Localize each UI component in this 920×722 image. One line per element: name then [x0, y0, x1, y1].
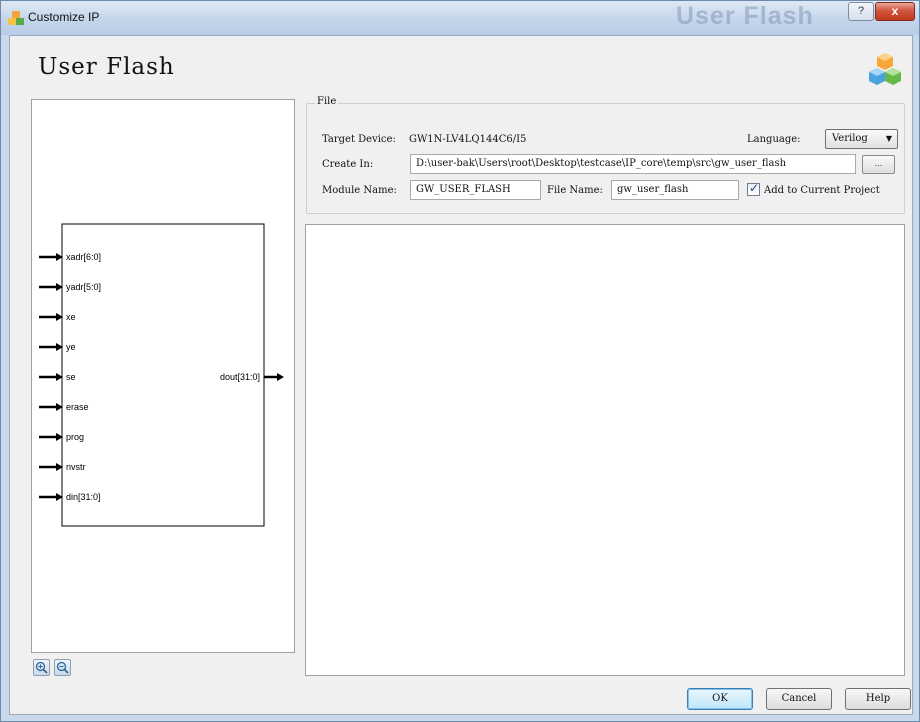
port-label: ye	[66, 342, 76, 352]
file-group-legend: File	[315, 96, 339, 107]
schematic-diagram: xadr[6:0] yadr[5:0] xe ye se erase prog …	[39, 223, 284, 527]
title-bar[interactable]: Customize IP User Flash ? x	[1, 1, 919, 35]
language-value: Verilog	[832, 133, 868, 144]
create-in-label: Create In:	[322, 159, 374, 170]
window-title: Customize IP	[28, 10, 100, 24]
port-xe: xe	[39, 312, 76, 322]
port-dout: dout[31:0]	[220, 372, 284, 382]
options-pane	[305, 224, 905, 676]
ok-button[interactable]: OK	[687, 688, 753, 710]
file-name-label: File Name:	[547, 185, 603, 196]
checkmark-icon: ✓	[749, 181, 760, 195]
add-to-project-checkbox[interactable]: ✓	[747, 181, 760, 196]
customize-ip-window: Customize IP User Flash ? x User Flash x…	[0, 0, 920, 722]
dialog-client: User Flash xadr[6:0] yadr[5:0] xe ye se …	[9, 35, 913, 715]
module-name-label: Module Name:	[322, 185, 397, 196]
zoom-out-button[interactable]	[54, 659, 71, 676]
file-group: File Target Device: GW1N-LV4LQ144C6/I5 L…	[306, 96, 905, 214]
window-watermark: User Flash	[676, 2, 814, 30]
port-label: xadr[6:0]	[66, 252, 101, 262]
port-label: prog	[66, 432, 84, 442]
app-icon	[8, 11, 24, 25]
zoom-out-icon	[56, 661, 69, 674]
create-in-field[interactable]: D:\user-bak\Users\root\Desktop\testcase\…	[410, 154, 856, 174]
language-label: Language:	[747, 134, 801, 145]
port-yadr: yadr[5:0]	[39, 282, 101, 292]
port-din: din[31:0]	[39, 492, 101, 502]
port-se: se	[39, 372, 76, 382]
target-device-label: Target Device:	[322, 134, 396, 145]
zoom-in-button[interactable]	[33, 659, 50, 676]
add-to-project-label[interactable]: Add to Current Project	[764, 185, 880, 196]
port-label: erase	[66, 402, 89, 412]
cancel-button[interactable]: Cancel	[766, 688, 832, 710]
port-label: se	[66, 372, 76, 382]
page-title: User Flash	[38, 54, 175, 80]
close-button[interactable]: x	[875, 2, 915, 21]
port-label: xe	[66, 312, 76, 322]
help-button[interactable]: Help	[845, 688, 911, 710]
language-select[interactable]: Verilog ▼	[825, 129, 898, 149]
help-title-button[interactable]: ?	[848, 2, 874, 21]
port-label: yadr[5:0]	[66, 282, 101, 292]
port-xadr: xadr[6:0]	[39, 252, 101, 262]
port-label: din[31:0]	[66, 492, 101, 502]
port-label: dout[31:0]	[220, 372, 260, 382]
zoom-in-icon	[35, 661, 48, 674]
module-name-field[interactable]: GW_USER_FLASH	[410, 180, 541, 200]
target-device-value: GW1N-LV4LQ144C6/I5	[409, 134, 527, 145]
port-ye: ye	[39, 342, 76, 352]
schematic-view[interactable]: xadr[6:0] yadr[5:0] xe ye se erase prog …	[31, 99, 295, 653]
ip-cubes-icon	[869, 53, 901, 85]
browse-button[interactable]: ...	[862, 155, 895, 174]
dropdown-arrow-icon: ▼	[885, 134, 892, 143]
file-name-field[interactable]: gw_user_flash	[611, 180, 739, 200]
port-label: nvstr	[66, 462, 86, 472]
